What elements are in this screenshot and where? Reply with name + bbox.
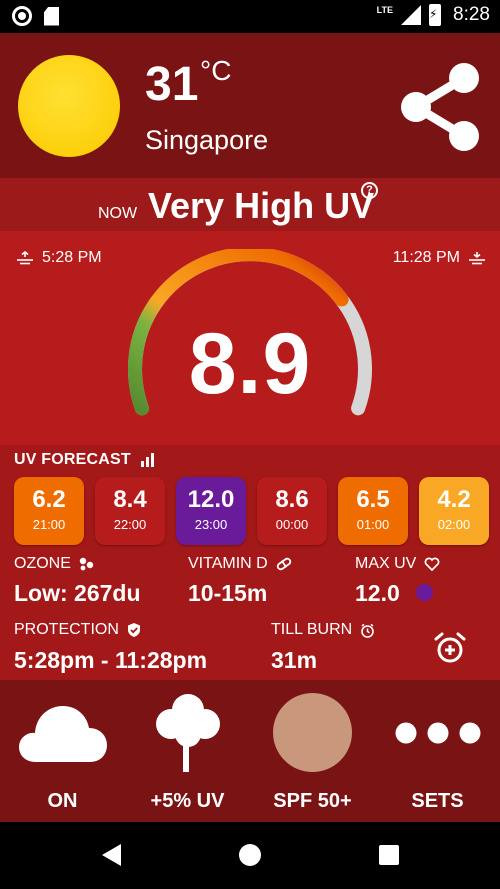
vitamin-d-value: 10-15m	[188, 580, 268, 606]
sunset-icon	[469, 252, 485, 265]
city-name[interactable]: Singapore	[145, 125, 268, 156]
back-icon[interactable]	[102, 844, 121, 866]
forecast-card[interactable]: 8.4 22:00	[95, 477, 165, 545]
forecast-time: 22:00	[113, 517, 147, 532]
protection-value: 5:28pm - 11:28pm	[14, 647, 208, 673]
protection-label-text: PROTECTION	[14, 621, 119, 638]
forecast-card[interactable]: 6.5 01:00	[338, 477, 408, 545]
forecast-time: 02:00	[437, 517, 471, 532]
max-uv-label-text: MAX UV	[355, 555, 417, 572]
weather-header: 31 °C Singapore	[0, 33, 500, 178]
timer-icon	[361, 623, 375, 638]
till-burn-label-text: TILL BURN	[271, 621, 353, 638]
till-burn-label: TILL BURN	[271, 621, 375, 639]
clock: 8:28	[453, 4, 490, 25]
ozone-label-text: OZONE	[14, 555, 71, 572]
heart-icon	[424, 557, 440, 571]
spf-label: SPF 50+	[273, 790, 352, 812]
status-bar: LTE 8:28	[0, 0, 500, 33]
sunrise-time: 5:28 PM	[42, 249, 102, 266]
protection-label: PROTECTION	[14, 621, 141, 639]
environment-button[interactable]: +5% UV	[125, 680, 250, 822]
add-alarm-icon[interactable]	[433, 631, 467, 665]
pill-icon	[276, 557, 291, 571]
uv-level-text: Very High UV	[148, 185, 375, 226]
bar-chart-icon[interactable]	[140, 453, 155, 467]
help-icon[interactable]: ?	[361, 182, 378, 199]
forecast-uv: 6.2	[32, 486, 66, 513]
molecule-icon	[79, 557, 94, 571]
now-label: NOW	[98, 205, 138, 222]
forecast-panel: UV FORECAST 6.2 21:00 8.4 22:00 12.0 23:…	[0, 445, 500, 680]
more-icon	[395, 722, 481, 744]
quick-actions: ON +5% UV SPF 50+ SETS	[0, 680, 500, 822]
recent-apps-icon[interactable]	[379, 845, 399, 865]
current-uv-bar: NOW Very High UV ?	[0, 178, 500, 231]
cloud-toggle-label: ON	[47, 790, 78, 812]
forecast-uv: 6.5	[356, 486, 390, 513]
forecast-uv: 12.0	[187, 486, 235, 513]
forecast-card[interactable]: 12.0 23:00	[176, 477, 246, 545]
tree-icon	[156, 694, 220, 772]
ozone-value: Low: 267du	[14, 580, 141, 606]
sunrise-info: 5:28 PM	[16, 249, 102, 267]
ozone-label: OZONE	[14, 555, 95, 573]
battery-charging-icon	[429, 4, 442, 26]
skin-type-button[interactable]: SPF 50+	[250, 680, 375, 822]
shield-icon	[127, 623, 140, 637]
network-type: LTE	[376, 5, 394, 15]
vitamin-d-label: VITAMIN D	[188, 555, 292, 573]
signal-icon	[401, 5, 422, 25]
sunset-info: 11:28 PM	[393, 249, 486, 267]
max-uv-value: 12.0	[355, 580, 400, 606]
forecast-uv: 8.4	[113, 486, 147, 513]
forecast-uv: 8.6	[275, 486, 309, 513]
vitamin-d-label-text: VITAMIN D	[188, 555, 268, 572]
sunrise-icon	[17, 251, 33, 265]
forecast-time: 00:00	[275, 517, 309, 532]
forecast-uv: 4.2	[437, 486, 471, 513]
settings-label: SETS	[411, 790, 464, 812]
max-uv-label: MAX UV	[355, 555, 440, 573]
temperature: 31	[145, 58, 199, 111]
skin-tone-icon	[273, 693, 352, 772]
temperature-unit: °C	[200, 55, 232, 86]
share-icon[interactable]	[398, 61, 482, 153]
forecast-card[interactable]: 8.6 00:00	[257, 477, 327, 545]
uv-gauge-panel: 5:28 PM 11:28 PM 8.9	[0, 231, 500, 445]
system-nav-bar	[0, 822, 500, 889]
cloud-toggle-button[interactable]: ON	[0, 680, 125, 822]
forecast-title: UV FORECAST	[14, 451, 155, 469]
settings-button[interactable]: SETS	[375, 680, 500, 822]
environment-label: +5% UV	[150, 790, 225, 812]
sun-icon	[18, 55, 120, 157]
forecast-time: 21:00	[32, 517, 66, 532]
home-icon[interactable]	[239, 844, 261, 866]
till-burn-value: 31m	[271, 647, 318, 673]
forecast-time: 23:00	[194, 517, 228, 532]
forecast-time: 01:00	[356, 517, 390, 532]
forecast-card[interactable]: 6.2 21:00	[14, 477, 84, 545]
forecast-card[interactable]: 4.2 02:00	[419, 477, 489, 545]
sunset-time: 11:28 PM	[392, 249, 460, 266]
forecast-cards: 6.2 21:00 8.4 22:00 12.0 23:00 8.6 00:00…	[14, 477, 489, 545]
cloud-icon	[19, 706, 107, 762]
max-uv-color-dot	[416, 584, 433, 601]
notification-icon	[12, 6, 32, 26]
sd-card-icon	[44, 6, 59, 26]
forecast-title-text: UV FORECAST	[14, 451, 131, 468]
uv-index-value: 8.9	[188, 316, 312, 412]
